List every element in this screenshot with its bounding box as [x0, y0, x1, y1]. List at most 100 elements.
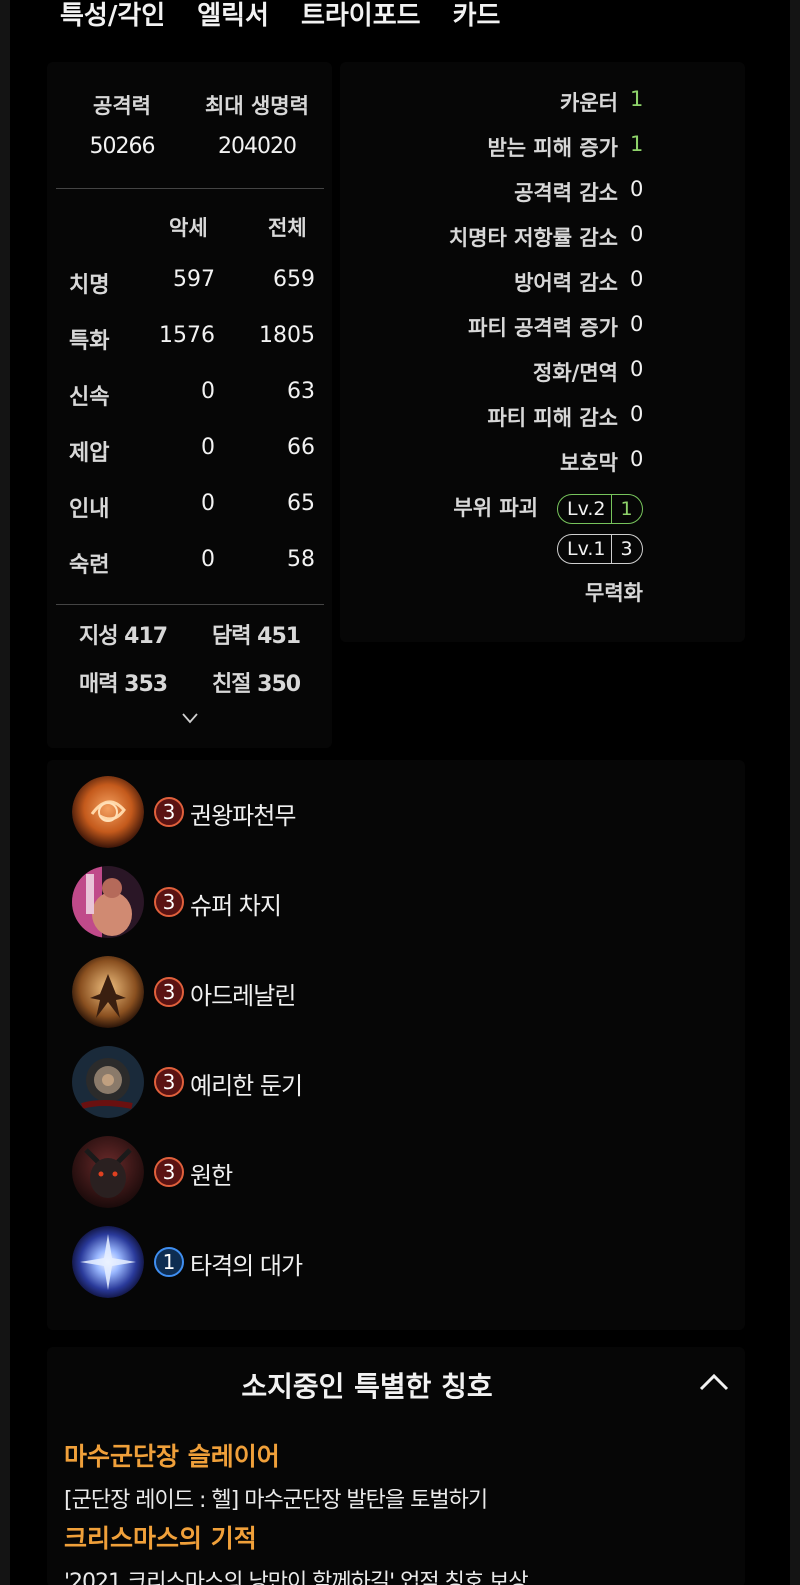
hp-label: 최대 생명력 — [205, 94, 309, 118]
demon-head-icon — [72, 1136, 144, 1208]
engraving-item[interactable]: 3 원한 — [72, 1136, 572, 1212]
engraving-level-badge: 3 — [154, 797, 184, 827]
stat-accessory: 0 — [201, 547, 215, 572]
fighter-portrait-icon — [72, 866, 144, 938]
effect-name: 방어력 감소 — [514, 271, 618, 295]
attribute-value: 417 — [124, 624, 168, 649]
col-total-header: 전체 — [268, 216, 307, 240]
tab-cards[interactable]: 카드 — [453, 0, 501, 36]
spiked-mace-icon — [72, 1046, 144, 1118]
special-titles-header: 소지중인 특별한 칭호 — [241, 1370, 493, 1403]
stat-row-swiftness: 신속 0 63 — [47, 379, 332, 410]
neutralize-label: 무력화 — [585, 581, 643, 605]
attribute-courage: 담력 451 — [212, 618, 301, 650]
effect-value: 0 — [630, 402, 644, 426]
effect-value: 1 — [630, 132, 644, 156]
col-accessory-header: 악세 — [169, 216, 208, 240]
part-break-row: 부위 파괴 — [340, 492, 745, 522]
effect-row: 공격력 감소 0 — [340, 177, 745, 207]
stat-name: 숙련 — [69, 553, 110, 578]
stat-name: 특화 — [69, 329, 110, 354]
engraving-name: 슈퍼 차지 — [190, 892, 282, 920]
effect-row: 보호막 0 — [340, 447, 745, 477]
attribute-label: 지성 — [79, 624, 118, 649]
stats-panel: 공격력 50266 최대 생명력 204020 악세 전체 치명 597 659… — [47, 62, 332, 748]
attack-value: 50266 — [89, 134, 156, 159]
effect-value: 1 — [630, 87, 644, 111]
stat-total: 1805 — [259, 323, 315, 348]
effect-row: 파티 피해 감소 0 — [340, 402, 745, 432]
engraving-item[interactable]: 3 예리한 둔기 — [72, 1046, 572, 1122]
attribute-kindness: 친절 350 — [212, 666, 301, 698]
part-break-count: 3 — [611, 535, 641, 563]
stat-row-specialization: 특화 1576 1805 — [47, 323, 332, 354]
effect-name: 받는 피해 증가 — [487, 136, 618, 160]
title-description: '2021 크리스마스의 낭만이 함께하길' 업적 칭호 보상 — [64, 1570, 529, 1585]
stat-total: 65 — [287, 491, 315, 516]
effect-value: 0 — [630, 267, 644, 291]
special-titles-panel: 소지중인 특별한 칭호 마수군단장 슬레이어 [군단장 레이드 : 헬] 마수군… — [47, 1347, 745, 1585]
attribute-value: 353 — [124, 672, 168, 697]
title-name: 마수군단장 슬레이어 — [64, 1442, 280, 1471]
attribute-value: 350 — [257, 672, 301, 697]
tab-tripod[interactable]: 트라이포드 — [301, 0, 421, 36]
effects-panel: 카운터 1 받는 피해 증가 1 공격력 감소 0 치명타 저항률 감소 0 방… — [340, 62, 745, 642]
part-break-count: 1 — [611, 495, 641, 523]
divider — [56, 188, 324, 189]
right-edge — [790, 0, 800, 1585]
left-edge — [0, 0, 10, 1585]
stat-name: 제압 — [69, 441, 110, 466]
tab-elixir[interactable]: 엘릭서 — [197, 0, 269, 36]
engraving-list: 3 권왕파천무 3 슈퍼 차지 3 아드레날린 3 예리한 둔기 3 원한 1 … — [47, 760, 745, 1330]
effect-name: 카운터 — [560, 91, 618, 115]
effect-value: 0 — [630, 222, 644, 246]
effect-row: 받는 피해 증가 1 — [340, 132, 745, 162]
stat-row-domination: 제압 0 66 — [47, 435, 332, 466]
effect-value: 0 — [630, 312, 644, 336]
stat-row-expertise: 숙련 0 58 — [47, 547, 332, 578]
attack-label: 공격력 — [93, 94, 151, 118]
chevron-up-icon[interactable] — [697, 1369, 731, 1395]
stat-accessory: 0 — [201, 379, 215, 404]
effect-row: 카운터 1 — [340, 87, 745, 117]
stat-accessory: 0 — [201, 435, 215, 460]
attribute-label: 담력 — [212, 624, 251, 649]
engraving-name: 권왕파천무 — [190, 802, 296, 830]
divider — [56, 604, 324, 605]
effect-name: 파티 공격력 증가 — [468, 316, 618, 340]
fist-swirl-icon — [72, 776, 144, 848]
engraving-item[interactable]: 3 아드레날린 — [72, 956, 572, 1032]
effect-row: 정화/면역 0 — [340, 357, 745, 387]
effect-row: 방어력 감소 0 — [340, 267, 745, 297]
engraving-name: 예리한 둔기 — [190, 1072, 303, 1100]
part-break-lv1-pill: Lv.1 3 — [557, 534, 643, 564]
title-description: [군단장 레이드 : 헬] 마수군단장 발탄을 토벌하기 — [64, 1488, 488, 1513]
stat-total: 58 — [287, 547, 315, 572]
effect-value: 0 — [630, 177, 644, 201]
engraving-level-badge: 1 — [154, 1247, 184, 1277]
part-break-level: Lv.2 — [567, 498, 606, 520]
engraving-level-badge: 3 — [154, 887, 184, 917]
stat-accessory: 0 — [201, 491, 215, 516]
stat-row-crit: 치명 597 659 — [47, 267, 332, 298]
attack-power: 공격력 50266 — [77, 90, 167, 159]
stat-name: 인내 — [69, 497, 110, 522]
attribute-label: 친절 — [212, 672, 251, 697]
blue-impact-icon — [72, 1226, 144, 1298]
stat-accessory: 1576 — [159, 323, 215, 348]
effect-name: 파티 피해 감소 — [487, 406, 618, 430]
stat-total: 66 — [287, 435, 315, 460]
tab-engravings[interactable]: 특성/각인 — [60, 0, 165, 36]
max-hp: 최대 생명력 204020 — [192, 90, 322, 159]
effect-row: 파티 공격력 증가 0 — [340, 312, 745, 342]
engraving-item[interactable]: 3 권왕파천무 — [72, 776, 572, 852]
engraving-name: 타격의 대가 — [190, 1252, 303, 1280]
engraving-item[interactable]: 3 슈퍼 차지 — [72, 866, 572, 942]
effect-value: 0 — [630, 447, 644, 471]
attribute-intellect: 지성 417 — [79, 618, 168, 650]
stat-row-endurance: 인내 0 65 — [47, 491, 332, 522]
engraving-item[interactable]: 1 타격의 대가 — [72, 1226, 572, 1302]
effect-value: 0 — [630, 357, 644, 381]
engraving-level-badge: 3 — [154, 977, 184, 1007]
chevron-down-icon[interactable] — [182, 710, 198, 726]
